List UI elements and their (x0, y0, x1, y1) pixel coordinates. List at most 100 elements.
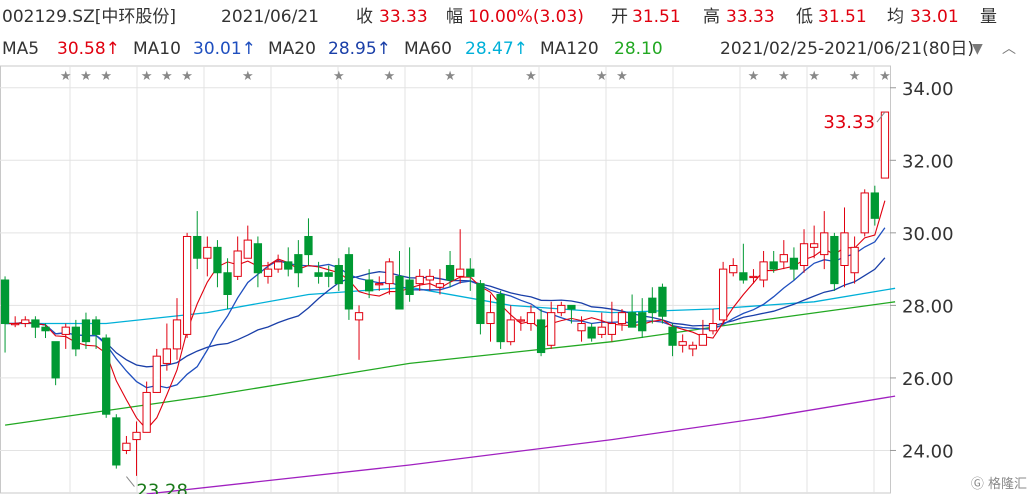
y-tick-label: 26.00 (902, 369, 954, 390)
candle-body (243, 239, 252, 259)
star-marker-icon: ★ (333, 69, 345, 84)
candle-body (203, 246, 212, 259)
candle-body (456, 268, 465, 277)
candle-body (688, 344, 697, 350)
candle-body (799, 243, 809, 266)
candle-body (577, 323, 586, 332)
candle-body (678, 341, 687, 346)
star-marker-icon: ★ (161, 69, 173, 84)
candle-body (476, 283, 485, 325)
candle-body (435, 283, 445, 288)
star-marker-icon: ★ (384, 69, 396, 84)
candle-body (182, 235, 192, 335)
candle-body (607, 323, 617, 335)
candle-body (425, 275, 434, 281)
candle-body (850, 246, 859, 274)
star-marker-icon: ★ (141, 69, 153, 84)
candle-body (233, 250, 242, 277)
candle-body (71, 326, 80, 350)
y-tick-label: 28.00 (902, 296, 954, 317)
candle-body (324, 272, 333, 277)
ma250-line (146, 395, 896, 494)
candle-body (253, 243, 263, 274)
candle-body (213, 246, 222, 274)
star-marker-icon: ★ (808, 69, 820, 84)
candle-body (385, 261, 394, 285)
candle-body (749, 275, 758, 279)
candle-body (627, 312, 637, 328)
y-tick-label: 24.00 (902, 441, 954, 462)
candle-body (597, 326, 606, 335)
candle-body (658, 286, 667, 317)
candle-body (840, 232, 849, 266)
y-tick-label: 32.00 (902, 151, 954, 172)
candle-body (496, 294, 505, 343)
candle-body (263, 268, 273, 277)
candle-body (223, 272, 232, 296)
candle-body (718, 268, 728, 321)
star-marker-icon: ★ (879, 69, 891, 84)
candle-body (354, 312, 364, 321)
candle-body (486, 312, 495, 325)
candle-body (405, 279, 414, 296)
candle-body (567, 304, 576, 310)
candle-body (810, 243, 819, 248)
candle-body (284, 261, 293, 270)
candle-body (132, 431, 141, 441)
candle-body (314, 272, 323, 277)
candle-body (365, 279, 374, 292)
candle-body (395, 275, 404, 310)
candle-body (102, 337, 111, 415)
candle-body (769, 261, 778, 270)
candle-body (172, 319, 182, 350)
candle-body (536, 319, 546, 354)
watermark-icon: Ⓖ (970, 477, 984, 492)
star-marker-icon: ★ (100, 69, 112, 84)
candle-body (708, 323, 718, 332)
star-marker-icon: ★ (242, 69, 254, 84)
candle-body (587, 326, 596, 339)
candle-body (638, 312, 647, 332)
candle-body (304, 235, 313, 256)
candle-body (547, 312, 556, 346)
candle-body (31, 319, 40, 328)
candle-body (375, 283, 384, 286)
candlestick-chart[interactable]: 24.00 26.00 28.00 30.00 32.00 34.00 ★ ★ ★ ★ ★ ★ ★ ★ ★ ★… (0, 0, 1031, 494)
candle-body (334, 264, 343, 285)
candle-body (557, 304, 566, 314)
star-marker-icon: ★ (444, 69, 456, 84)
candle-body (152, 355, 161, 393)
candle-body (273, 261, 283, 270)
candle-body (526, 312, 536, 325)
candle-body (860, 192, 869, 234)
candle-body (466, 268, 475, 277)
candle-body (506, 319, 515, 343)
star-marker-icon: ★ (525, 69, 537, 84)
candle-body (698, 333, 708, 346)
candle-body (789, 257, 799, 270)
candle-body (11, 323, 20, 326)
candle-body (830, 235, 839, 285)
candle-body (21, 319, 30, 325)
star-marker-icon: ★ (849, 69, 861, 84)
y-tick-label: 34.00 (902, 79, 954, 100)
star-marker-icon: ★ (80, 69, 92, 84)
candle-body (51, 341, 60, 379)
star-marker-icon: ★ (778, 69, 790, 84)
high-annotation-label: 33.33 (823, 112, 875, 133)
candle-body (0, 279, 10, 325)
y-tick-label: 30.00 (902, 224, 954, 245)
candle-body (729, 264, 738, 274)
candle-body (739, 272, 748, 281)
candle-body (41, 326, 50, 332)
low-annotation-label: 23.28 (136, 481, 188, 494)
star-marker-icon: ★ (748, 69, 760, 84)
star-marker-icon: ★ (181, 69, 193, 84)
candle-body (91, 319, 101, 335)
candle-body (880, 111, 890, 179)
candle-body (61, 326, 70, 335)
low-annotation-pointer (126, 476, 135, 487)
watermark-logo: Ⓖ 格隆汇 (971, 473, 1027, 492)
candle-body (193, 235, 202, 259)
star-marker-icon: ★ (60, 69, 72, 84)
